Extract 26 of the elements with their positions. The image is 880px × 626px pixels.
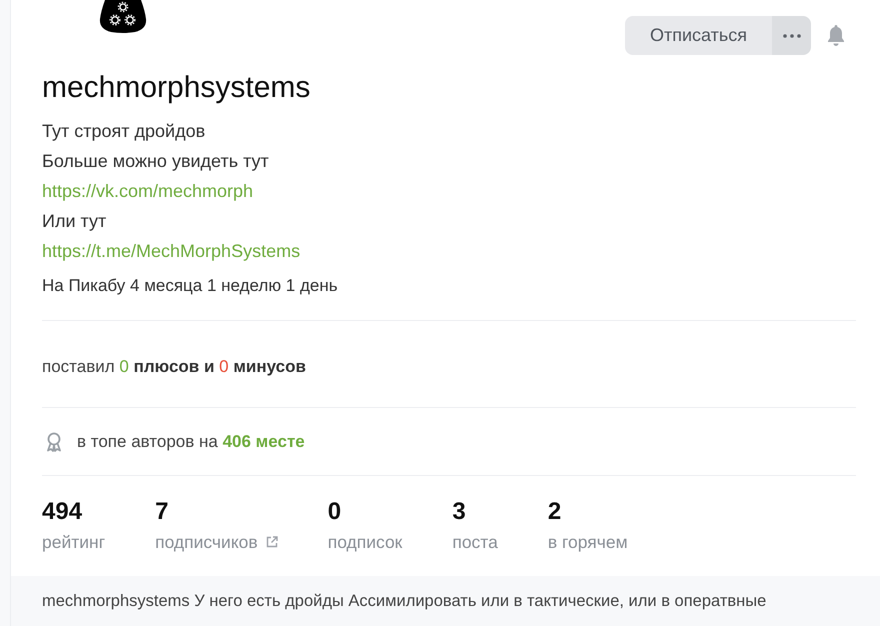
- bio-line: Больше можно увидеть тут: [42, 150, 269, 173]
- stat-value[interactable]: 2: [548, 498, 562, 526]
- stat-value[interactable]: 7: [155, 498, 168, 526]
- bell-icon[interactable]: [826, 24, 846, 47]
- bio-line: Или тут: [42, 210, 106, 233]
- more-icon: [782, 34, 800, 38]
- stat-label[interactable]: рейтинг: [42, 531, 106, 553]
- stat-label[interactable]: подписок: [328, 531, 402, 553]
- ranking-text: в топе авторов на 406 месте: [77, 431, 305, 453]
- votes-summary: поставил 0 плюсов и 0 минусов: [42, 356, 306, 378]
- stat-label[interactable]: подписчиков: [155, 531, 258, 553]
- stat-value[interactable]: 494: [42, 498, 82, 526]
- bio-line: Тут строят дройдов: [42, 120, 206, 143]
- stat-label[interactable]: поста: [452, 531, 498, 553]
- external-link-icon[interactable]: [266, 536, 278, 548]
- more-button[interactable]: [772, 16, 811, 55]
- unsubscribe-button[interactable]: Отписаться: [624, 16, 772, 55]
- stat-value[interactable]: 0: [328, 498, 342, 526]
- note-text: mechmorphsystems У него есть дройды Ассимилировать или в тактические, или в оператвные: [42, 590, 766, 612]
- member-since-text: На Пикабу 4 месяца 1 неделю 1 день: [42, 275, 338, 297]
- bio-link[interactable]: https://vk.com/mechmorph: [42, 176, 254, 206]
- award-icon: [45, 432, 63, 452]
- bio-link[interactable]: https://t.me/MechMorphSystems: [42, 236, 300, 266]
- stat-value[interactable]: 3: [452, 498, 466, 526]
- username: mechmorphsystems: [42, 70, 310, 106]
- stat-label[interactable]: в горячем: [548, 531, 628, 553]
